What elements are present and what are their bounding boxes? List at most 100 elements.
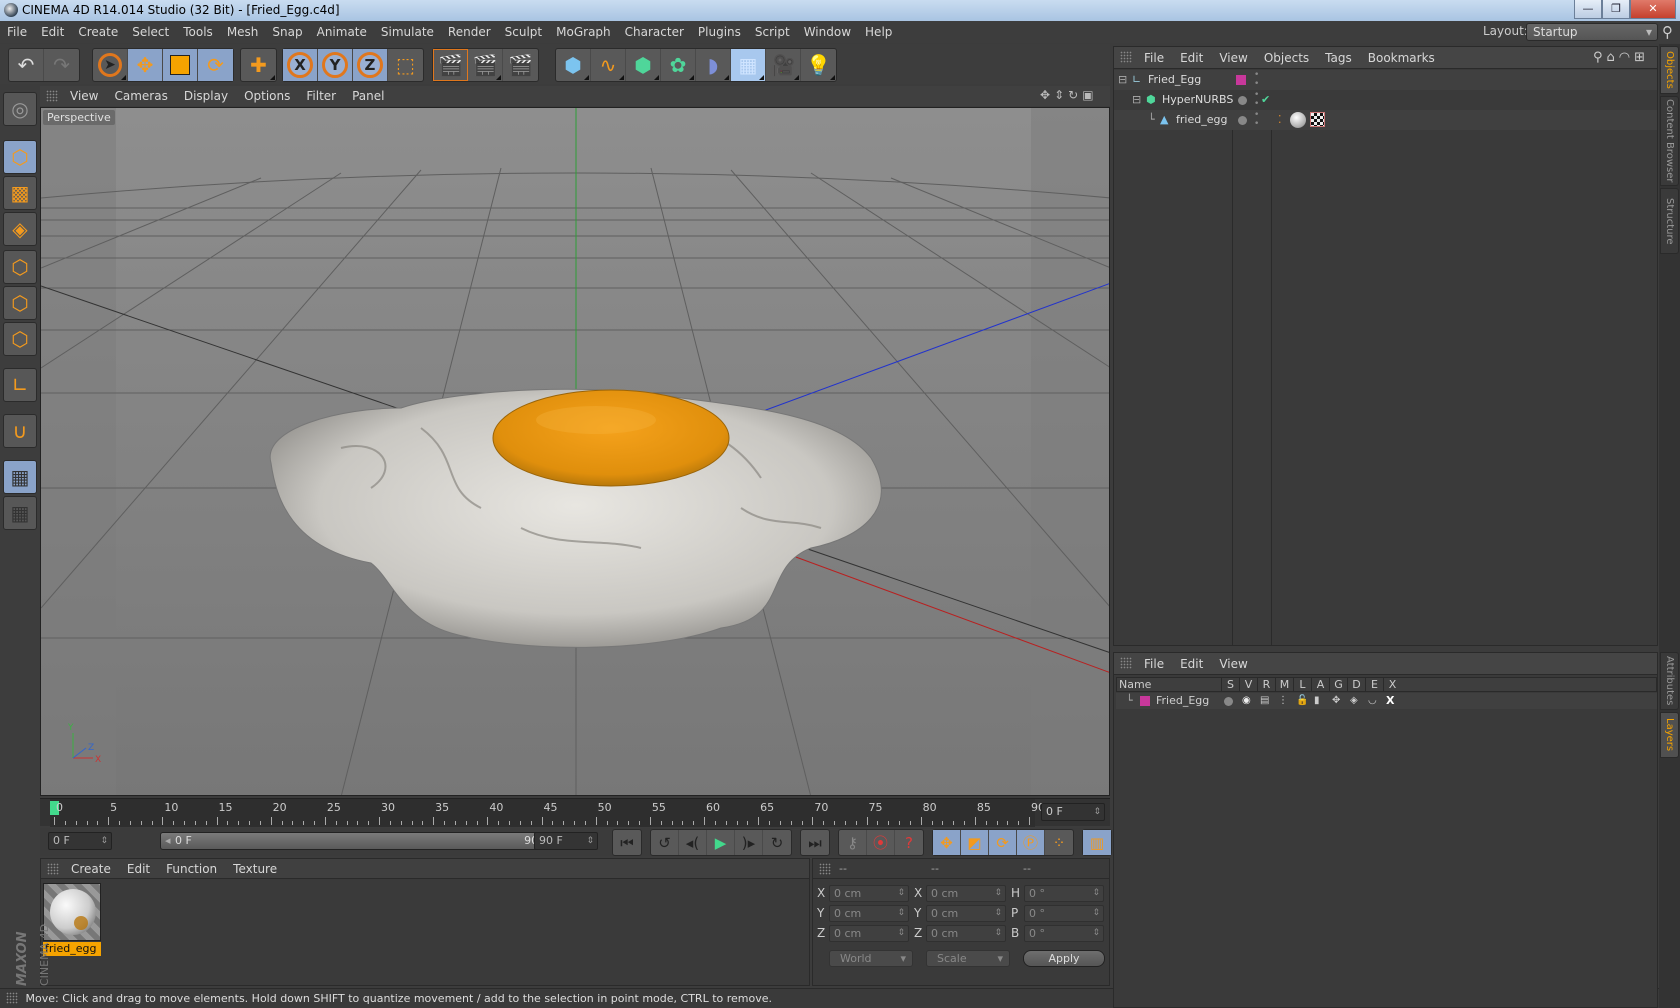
- menu-window[interactable]: Window: [797, 21, 858, 43]
- recent-move-icon[interactable]: ✚: [241, 49, 276, 81]
- size-z-field[interactable]: 0 cm: [926, 925, 1006, 942]
- material-menu-texture[interactable]: Texture: [225, 859, 285, 879]
- axis-mode-icon[interactable]: ∟: [3, 368, 37, 402]
- light-icon[interactable]: 💡: [801, 49, 836, 81]
- redo-icon[interactable]: ↷: [44, 49, 79, 81]
- layout-select[interactable]: Startup: [1526, 23, 1658, 41]
- tab-objects[interactable]: Objects: [1660, 46, 1679, 94]
- maximize-view-icon[interactable]: ▣: [1082, 88, 1097, 102]
- tab-layers[interactable]: Layers: [1660, 712, 1679, 758]
- workplane-mode-icon[interactable]: ◈: [3, 212, 37, 246]
- cube-icon[interactable]: ⬢: [556, 49, 591, 81]
- apply-button[interactable]: Apply: [1023, 950, 1105, 967]
- point-level-icon[interactable]: ⁘: [1045, 830, 1073, 855]
- z-axis-lock-button[interactable]: Z: [353, 49, 388, 81]
- next-key-icon[interactable]: ↻: [763, 830, 791, 855]
- viewport-menu-filter[interactable]: Filter: [298, 86, 344, 106]
- new-panel-icon[interactable]: ⊞: [1634, 50, 1649, 65]
- render-view-icon[interactable]: 🎬: [433, 49, 468, 81]
- rot-b-field[interactable]: 0 °: [1024, 925, 1104, 942]
- timeline-icon[interactable]: ▥: [1083, 830, 1111, 855]
- viewport-menu-display[interactable]: Display: [176, 86, 236, 106]
- deformers-toggle-icon[interactable]: ◈: [1350, 693, 1358, 709]
- menu-tools[interactable]: Tools: [176, 21, 220, 43]
- pos-z-field[interactable]: 0 cm: [829, 925, 909, 942]
- visibility-dot[interactable]: [1238, 96, 1247, 105]
- xref-toggle-icon[interactable]: X: [1386, 693, 1394, 709]
- perspective-viewport[interactable]: Y Z X Perspective: [40, 107, 1110, 796]
- size-y-field[interactable]: 0 cm: [926, 905, 1006, 922]
- minimize-button[interactable]: —: [1574, 0, 1602, 19]
- restore-button[interactable]: ❐: [1602, 0, 1630, 19]
- rot-h-field[interactable]: 0 °: [1024, 885, 1104, 902]
- menu-animate[interactable]: Animate: [310, 21, 374, 43]
- expressions-toggle-icon[interactable]: ◡: [1368, 693, 1377, 709]
- timeline-ruler[interactable]: 0 5 10 15 20 25 30 35 40 45 50 55 60 65 70 75 80 85 90: [50, 799, 1045, 827]
- uvw-tag-icon[interactable]: [1310, 112, 1325, 127]
- col-xref[interactable]: X: [1383, 678, 1401, 692]
- panel-grip[interactable]: [819, 863, 831, 875]
- menu-simulate[interactable]: Simulate: [374, 21, 441, 43]
- size-x-field[interactable]: 0 cm: [926, 885, 1006, 902]
- enabled-check-icon[interactable]: ✔: [1261, 90, 1270, 110]
- menu-help[interactable]: Help: [858, 21, 899, 43]
- locked-workplane-icon[interactable]: ▦: [3, 460, 37, 494]
- step-back-icon[interactable]: ◂(: [679, 830, 707, 855]
- menu-mograph[interactable]: MoGraph: [549, 21, 618, 43]
- col-expressions[interactable]: E: [1365, 678, 1383, 692]
- scale-track-icon[interactable]: ◩: [961, 830, 989, 855]
- live-selection-icon[interactable]: ➤: [93, 49, 128, 81]
- menu-sculpt[interactable]: Sculpt: [498, 21, 549, 43]
- end-frame-field[interactable]: 90 F: [534, 832, 598, 850]
- menu-script[interactable]: Script: [748, 21, 797, 43]
- render-settings-icon[interactable]: 🎬: [503, 49, 538, 81]
- panel-grip[interactable]: [6, 992, 18, 1004]
- previous-key-icon[interactable]: ↺: [651, 830, 679, 855]
- model-mode-icon[interactable]: ⬡: [3, 140, 37, 174]
- menu-plugins[interactable]: Plugins: [691, 21, 748, 43]
- record-icon[interactable]: ⦿: [867, 830, 895, 855]
- undo-icon[interactable]: ↶: [9, 49, 44, 81]
- layer-menu-view[interactable]: View: [1211, 653, 1255, 675]
- points-mode-icon[interactable]: ⬡: [3, 250, 37, 284]
- phong-tag-icon[interactable]: ⁚: [1278, 110, 1282, 130]
- orbit-icon[interactable]: ↻: [1068, 88, 1082, 102]
- layer-color-swatch[interactable]: [1236, 75, 1246, 85]
- deformer-bend-icon[interactable]: ◗: [696, 49, 731, 81]
- pos-y-field[interactable]: 0 cm: [829, 905, 909, 922]
- panel-grip[interactable]: [47, 863, 59, 875]
- eye-icon[interactable]: ◠: [1619, 50, 1634, 65]
- viewport-menu-view[interactable]: View: [62, 86, 106, 106]
- visibility-dot[interactable]: [1238, 116, 1247, 125]
- solo-toggle[interactable]: [1224, 697, 1233, 706]
- object-menu-edit[interactable]: Edit: [1172, 47, 1211, 69]
- object-menu-file[interactable]: File: [1136, 47, 1172, 69]
- coordinate-mode-select[interactable]: Scale: [926, 950, 1010, 967]
- material-tag-icon[interactable]: [1290, 112, 1306, 128]
- dolly-icon[interactable]: ⇕: [1054, 88, 1068, 102]
- menu-character[interactable]: Character: [618, 21, 691, 43]
- view-toggle-icon[interactable]: ◉: [1242, 693, 1251, 709]
- start-frame-field[interactable]: 0 F: [48, 832, 112, 850]
- viewport-menu-panel[interactable]: Panel: [344, 86, 392, 106]
- help-icon[interactable]: ?: [895, 830, 923, 855]
- preview-range-slider[interactable]: ◂ 0 F 90 F ▸: [160, 832, 565, 850]
- object-row-hypernurbs[interactable]: ⊟ ⬢ HyperNURBS • • ✔: [1114, 90, 1657, 110]
- object-menu-objects[interactable]: Objects: [1256, 47, 1317, 69]
- menu-mesh[interactable]: Mesh: [220, 21, 266, 43]
- x-axis-lock-button[interactable]: X: [283, 49, 318, 81]
- tab-attributes[interactable]: Attributes: [1660, 652, 1679, 710]
- rotation-track-icon[interactable]: ⟳: [989, 830, 1017, 855]
- tab-content-browser[interactable]: Content Browser: [1660, 96, 1679, 186]
- y-axis-lock-button[interactable]: Y: [318, 49, 353, 81]
- col-name[interactable]: Name: [1119, 678, 1219, 692]
- col-animation[interactable]: A: [1311, 678, 1329, 692]
- search-icon[interactable]: ⚲: [1662, 23, 1673, 41]
- tab-structure[interactable]: Structure: [1660, 188, 1679, 254]
- viewport-menu-cameras[interactable]: Cameras: [106, 86, 175, 106]
- object-menu-view[interactable]: View: [1211, 47, 1255, 69]
- camera-icon[interactable]: 🎥: [766, 49, 801, 81]
- position-track-icon[interactable]: ✥: [933, 830, 961, 855]
- layer-color-swatch[interactable]: [1140, 696, 1150, 706]
- step-forward-icon[interactable]: )▸: [735, 830, 763, 855]
